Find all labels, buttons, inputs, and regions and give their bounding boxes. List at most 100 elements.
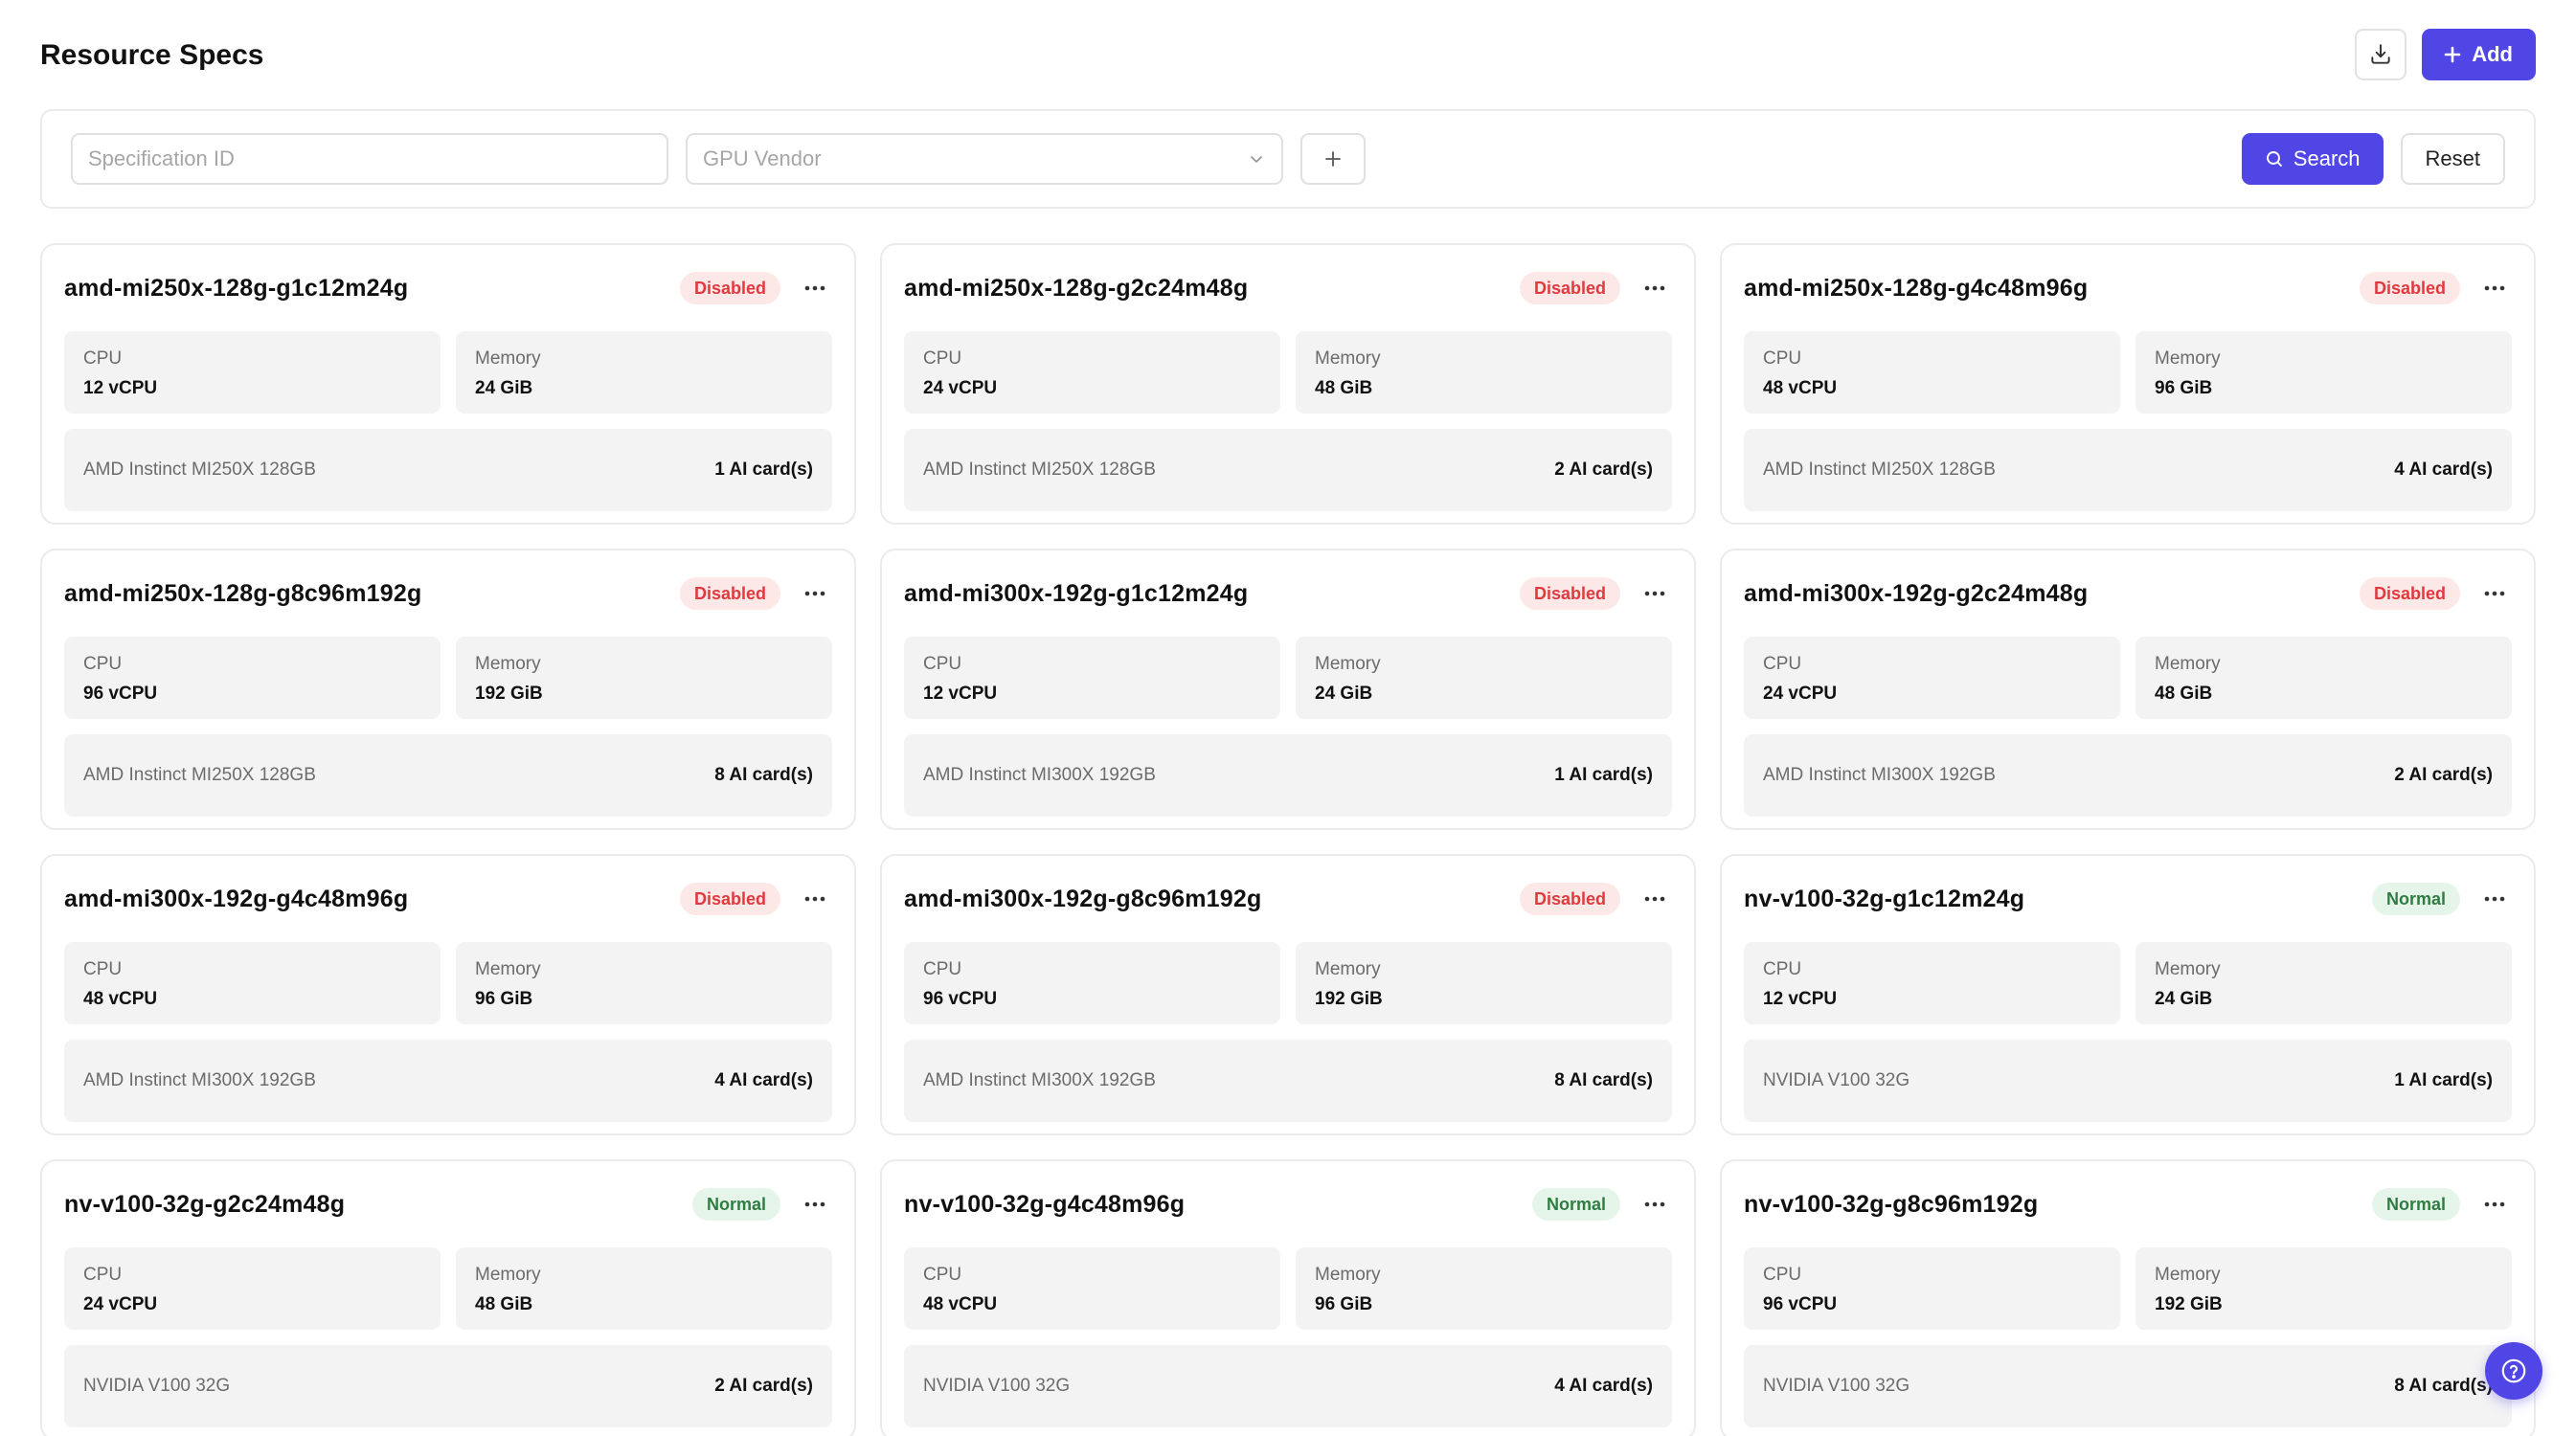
page-title: Resource Specs <box>40 39 264 71</box>
more-horizontal-icon <box>804 591 825 596</box>
memory-metric: Memory 96 GiB <box>1296 1247 1672 1330</box>
add-button[interactable]: Add <box>2422 29 2536 80</box>
status-badge: Disabled <box>679 272 780 304</box>
card-header-actions: Disabled <box>1519 577 1672 610</box>
spec-card[interactable]: amd-mi300x-192g-g4c48m96g Disabled CPU 48… <box>40 854 856 1135</box>
status-badge: Disabled <box>1519 883 1620 915</box>
card-header-actions: Disabled <box>679 883 832 915</box>
spec-card[interactable]: amd-mi300x-192g-g8c96m192g Disabled CPU 9… <box>880 854 1696 1135</box>
card-header: amd-mi300x-192g-g2c24m48g Disabled <box>1744 550 2512 637</box>
cpu-metric: CPU 24 vCPU <box>1744 637 2120 719</box>
download-tray-icon <box>2371 44 2390 64</box>
spec-card[interactable]: nv-v100-32g-g2c24m48g Normal CPU 24 vCPU … <box>40 1159 856 1436</box>
more-horizontal-icon <box>2484 896 2505 902</box>
memory-value: 48 GiB <box>2155 684 2213 704</box>
metric-row: CPU 96 vCPU Memory 192 GiB <box>64 637 832 719</box>
card-header: amd-mi300x-192g-g4c48m96g Disabled <box>64 856 832 942</box>
memory-label: Memory <box>475 348 541 369</box>
card-header-actions: Disabled <box>679 577 832 610</box>
metric-row: CPU 24 vCPU Memory 48 GiB <box>64 1247 832 1330</box>
more-horizontal-icon <box>1644 896 1665 902</box>
card-header-actions: Disabled <box>2359 272 2512 304</box>
memory-label: Memory <box>2155 348 2221 369</box>
gpu-model: NVIDIA V100 32G <box>1763 1070 1910 1090</box>
memory-label: Memory <box>1315 348 1381 369</box>
cpu-label: CPU <box>1763 348 1802 369</box>
more-horizontal-icon <box>1644 285 1665 291</box>
metric-row: CPU 24 vCPU Memory 48 GiB <box>904 331 1672 414</box>
more-options-button[interactable] <box>1638 1188 1672 1221</box>
more-horizontal-icon <box>2484 591 2505 596</box>
more-options-button[interactable] <box>798 1188 832 1221</box>
gpu-card-count: 1 AI card(s) <box>714 460 813 480</box>
card-header-actions: Disabled <box>1519 272 1672 304</box>
reset-button[interactable]: Reset <box>2400 133 2505 185</box>
specification-id-input[interactable] <box>71 133 668 185</box>
cpu-label: CPU <box>83 1265 123 1285</box>
more-options-button[interactable] <box>1638 272 1672 304</box>
spec-card[interactable]: amd-mi250x-128g-g8c96m192g Disabled CPU 9… <box>40 549 856 830</box>
gpu-model: AMD Instinct MI300X 192GB <box>1763 765 1996 785</box>
memory-value: 24 GiB <box>2155 989 2213 1009</box>
add-filter-button[interactable] <box>1300 133 1366 185</box>
more-options-button[interactable] <box>1638 883 1672 915</box>
card-header-actions: Disabled <box>679 272 832 304</box>
memory-label: Memory <box>475 959 541 979</box>
search-button[interactable]: Search <box>2241 133 2384 185</box>
spec-card[interactable]: amd-mi250x-128g-g2c24m48g Disabled CPU 24… <box>880 243 1696 525</box>
spec-name: amd-mi250x-128g-g2c24m48g <box>904 274 1249 302</box>
more-options-button[interactable] <box>1638 577 1672 610</box>
more-horizontal-icon <box>2484 1201 2505 1207</box>
spec-card[interactable]: nv-v100-32g-g1c12m24g Normal CPU 12 vCPU … <box>1720 854 2536 1135</box>
gpu-model: AMD Instinct MI250X 128GB <box>1763 460 1996 480</box>
gpu-model: AMD Instinct MI300X 192GB <box>83 1070 316 1090</box>
memory-value: 192 GiB <box>2155 1294 2223 1314</box>
more-options-button[interactable] <box>2477 883 2512 915</box>
more-options-button[interactable] <box>2477 1188 2512 1221</box>
resource-specs-page: Resource Specs Add GPU Vendor <box>0 0 2576 1436</box>
spec-card[interactable]: amd-mi300x-192g-g2c24m48g Disabled CPU 24… <box>1720 549 2536 830</box>
cpu-metric: CPU 48 vCPU <box>904 1247 1280 1330</box>
metric-row: CPU 12 vCPU Memory 24 GiB <box>64 331 832 414</box>
spec-card[interactable]: nv-v100-32g-g8c96m192g Normal CPU 96 vCPU… <box>1720 1159 2536 1436</box>
more-options-button[interactable] <box>2477 577 2512 610</box>
more-options-button[interactable] <box>798 272 832 304</box>
memory-label: Memory <box>1315 1265 1381 1285</box>
help-button[interactable] <box>2485 1342 2542 1400</box>
card-header: amd-mi250x-128g-g1c12m24g Disabled <box>64 245 832 331</box>
spec-card[interactable]: amd-mi250x-128g-g1c12m24g Disabled CPU 12… <box>40 243 856 525</box>
cpu-metric: CPU 12 vCPU <box>64 331 441 414</box>
memory-value: 48 GiB <box>1315 378 1373 398</box>
cpu-label: CPU <box>923 959 962 979</box>
gpu-card-count: 8 AI card(s) <box>1554 1070 1653 1090</box>
cpu-value: 96 vCPU <box>923 989 998 1009</box>
gpu-model: AMD Instinct MI250X 128GB <box>83 765 316 785</box>
cpu-value: 12 vCPU <box>1763 989 1838 1009</box>
memory-metric: Memory 96 GiB <box>2135 331 2512 414</box>
memory-metric: Memory 192 GiB <box>456 637 832 719</box>
plus-icon <box>1325 151 1341 167</box>
spec-card[interactable]: amd-mi250x-128g-g4c48m96g Disabled CPU 48… <box>1720 243 2536 525</box>
spec-card[interactable]: amd-mi300x-192g-g1c12m24g Disabled CPU 12… <box>880 549 1696 830</box>
gpu-row: NVIDIA V100 32G 1 AI card(s) <box>1744 1040 2512 1122</box>
gpu-row: NVIDIA V100 32G 2 AI card(s) <box>64 1345 832 1427</box>
more-options-button[interactable] <box>798 883 832 915</box>
gpu-model: AMD Instinct MI250X 128GB <box>923 460 1156 480</box>
gpu-vendor-select[interactable]: GPU Vendor <box>686 133 1283 185</box>
memory-value: 192 GiB <box>1315 989 1383 1009</box>
export-button[interactable] <box>2355 29 2407 80</box>
memory-label: Memory <box>1315 959 1381 979</box>
cpu-value: 24 vCPU <box>923 378 998 398</box>
memory-metric: Memory 48 GiB <box>1296 331 1672 414</box>
gpu-row: AMD Instinct MI300X 192GB 4 AI card(s) <box>64 1040 832 1122</box>
gpu-row: AMD Instinct MI300X 192GB 8 AI card(s) <box>904 1040 1672 1122</box>
metric-row: CPU 48 vCPU Memory 96 GiB <box>904 1247 1672 1330</box>
more-options-button[interactable] <box>2477 272 2512 304</box>
search-icon <box>2266 151 2282 167</box>
metric-row: CPU 96 vCPU Memory 192 GiB <box>904 942 1672 1024</box>
spec-card[interactable]: nv-v100-32g-g4c48m96g Normal CPU 48 vCPU … <box>880 1159 1696 1436</box>
page-header: Resource Specs Add <box>40 0 2536 109</box>
gpu-row: AMD Instinct MI250X 128GB 8 AI card(s) <box>64 734 832 817</box>
more-options-button[interactable] <box>798 577 832 610</box>
cpu-label: CPU <box>923 1265 962 1285</box>
